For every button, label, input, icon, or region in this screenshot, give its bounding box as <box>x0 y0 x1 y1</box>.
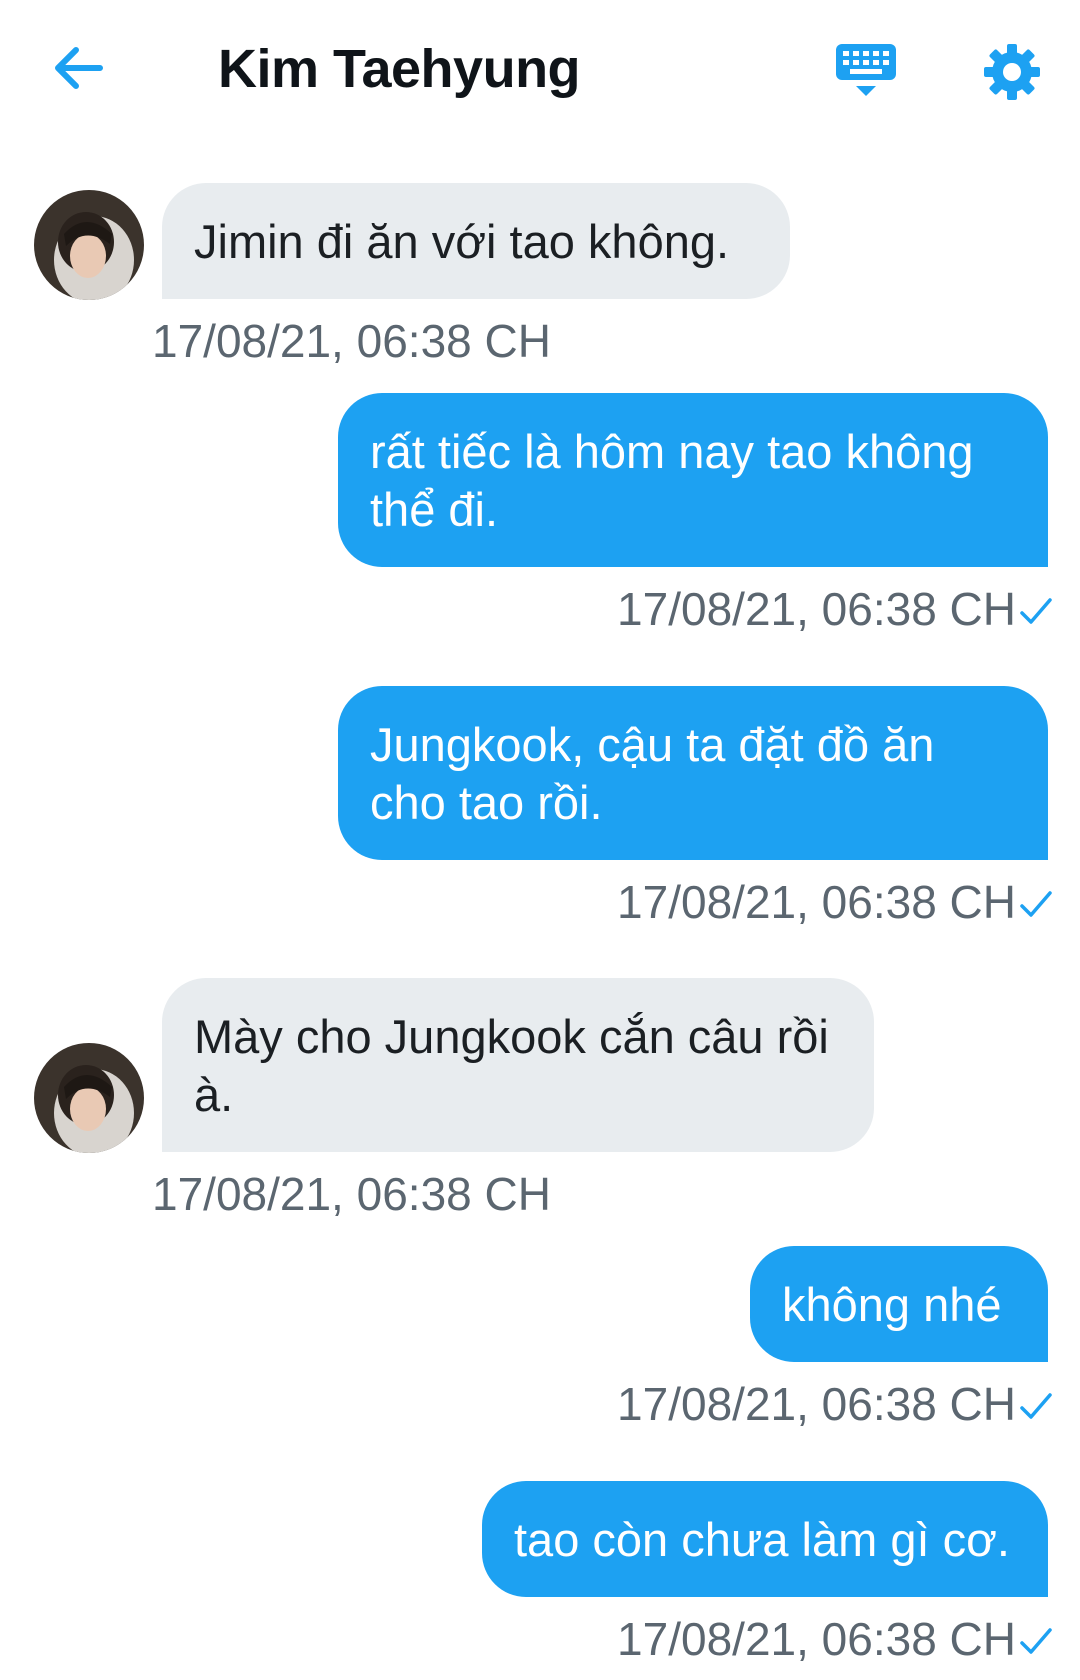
check-icon <box>1020 1393 1052 1419</box>
check-icon <box>1020 1628 1052 1654</box>
message-timestamp: 17/08/21, 06:38 CH <box>617 583 1016 635</box>
message-bubble-incoming[interactable]: Mày cho Jungkook cắn câu rồi à. <box>162 978 874 1152</box>
message-bubble-outgoing[interactable]: Jungkook, cậu ta đặt đồ ăn cho tao rồi. <box>338 686 1048 860</box>
message-text: rất tiếc là hôm nay tao không thể đi. <box>370 425 974 536</box>
message-text: tao còn chưa làm gì cơ. <box>514 1513 1010 1566</box>
message-text: không nhé <box>782 1278 1002 1331</box>
message-timestamp: 17/08/21, 06:38 CH <box>152 1168 551 1220</box>
message-text: Jungkook, cậu ta đặt đồ ăn cho tao rồi. <box>370 718 935 829</box>
avatar[interactable] <box>34 190 144 300</box>
message-timestamp: 17/08/21, 06:38 CH <box>617 876 1016 928</box>
arrow-left-icon <box>55 47 103 89</box>
avatar[interactable] <box>34 1043 144 1153</box>
message-text: Mày cho Jungkook cắn câu rồi à. <box>194 1010 829 1121</box>
settings-button[interactable] <box>980 40 1050 110</box>
message-bubble-outgoing[interactable]: rất tiếc là hôm nay tao không thể đi. <box>338 393 1048 567</box>
conversation-header: Kim Taehyung <box>0 0 1080 150</box>
message-bubble-incoming[interactable]: Jimin đi ăn với tao không. <box>162 183 790 299</box>
message-timestamp: 17/08/21, 06:38 CH <box>617 1378 1016 1430</box>
check-icon <box>1020 891 1052 917</box>
check-icon <box>1020 598 1052 624</box>
message-bubble-outgoing[interactable]: tao còn chưa làm gì cơ. <box>482 1481 1048 1597</box>
keyboard-button[interactable] <box>834 40 904 110</box>
message-timestamp: 17/08/21, 06:38 CH <box>152 315 551 367</box>
gear-icon <box>984 44 1040 100</box>
keyboard-icon <box>836 44 896 96</box>
message-text: Jimin đi ăn với tao không. <box>194 215 730 268</box>
message-bubble-outgoing[interactable]: không nhé <box>750 1246 1048 1362</box>
dm-conversation-screen: Kim Taehyung Jimin đi ăn với tao không. … <box>0 0 1080 1680</box>
message-timestamp: 17/08/21, 06:38 CH <box>617 1613 1016 1665</box>
conversation-title: Kim Taehyung <box>218 39 581 99</box>
back-button[interactable] <box>48 38 128 108</box>
